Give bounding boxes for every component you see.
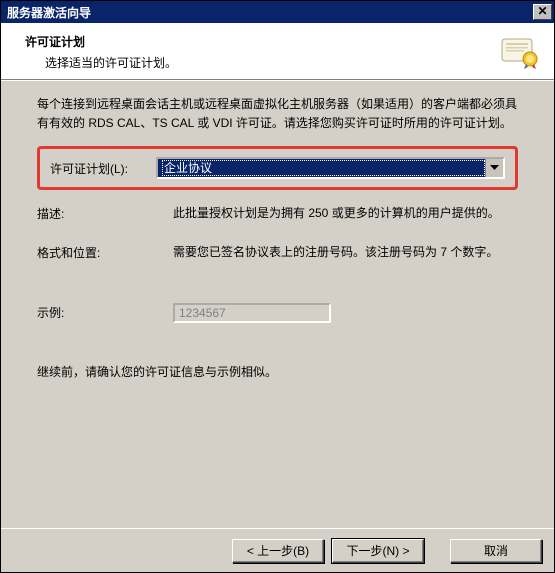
license-plan-highlight: 许可证计划(L): 企业协议 — [37, 146, 518, 190]
intro-text: 每个连接到远程桌面会话主机或远程桌面虚拟化主机服务器（如果适用）的客户端都必须具… — [37, 95, 518, 132]
wizard-window: 服务器激活向导 ✕ 许可证计划 选择适当的许可证计划。 每个连接到远程桌面会话主… — [0, 0, 555, 573]
window-title: 服务器激活向导 — [7, 4, 533, 21]
license-plan-label: 许可证计划(L): — [50, 160, 128, 177]
header-text-block: 许可证计划 选择适当的许可证计划。 — [25, 33, 492, 71]
dropdown-button[interactable] — [485, 159, 503, 177]
description-value: 此批量授权计划是为拥有 250 或更多的计算机的用户提供的。 — [173, 204, 518, 223]
example-row: 示例: — [37, 303, 518, 323]
format-row: 格式和位置: 需要您已签名协议表上的注册号码。该注册号码为 7 个数字。 — [37, 243, 518, 262]
chevron-down-icon — [490, 165, 499, 171]
format-value: 需要您已签名协议表上的注册号码。该注册号码为 7 个数字。 — [173, 243, 518, 262]
wizard-footer: < 上一步(B) 下一步(N) > 取消 — [1, 528, 554, 572]
back-button[interactable]: < 上一步(B) — [232, 539, 324, 563]
format-label: 格式和位置: — [37, 243, 145, 261]
page-title: 许可证计划 — [25, 33, 492, 50]
description-row: 描述: 此批量授权计划是为拥有 250 或更多的计算机的用户提供的。 — [37, 204, 518, 223]
titlebar: 服务器激活向导 ✕ — [1, 1, 554, 23]
confirm-text: 继续前，请确认您的许可证信息与示例相似。 — [37, 363, 518, 380]
example-label: 示例: — [37, 303, 145, 321]
certificate-icon — [500, 35, 540, 69]
example-input — [173, 303, 331, 323]
license-plan-dropdown[interactable]: 企业协议 — [156, 157, 505, 179]
close-icon: ✕ — [537, 4, 547, 18]
description-label: 描述: — [37, 204, 145, 222]
wizard-body: 每个连接到远程桌面会话主机或远程桌面虚拟化主机服务器（如果适用）的客户端都必须具… — [1, 80, 554, 528]
next-button[interactable]: 下一步(N) > — [332, 539, 424, 563]
license-plan-selected: 企业协议 — [162, 160, 485, 176]
cancel-button[interactable]: 取消 — [450, 539, 542, 563]
close-button[interactable]: ✕ — [533, 4, 552, 20]
wizard-header: 许可证计划 选择适当的许可证计划。 — [1, 23, 554, 80]
page-subtitle: 选择适当的许可证计划。 — [25, 54, 492, 71]
example-value-wrap — [173, 303, 518, 323]
